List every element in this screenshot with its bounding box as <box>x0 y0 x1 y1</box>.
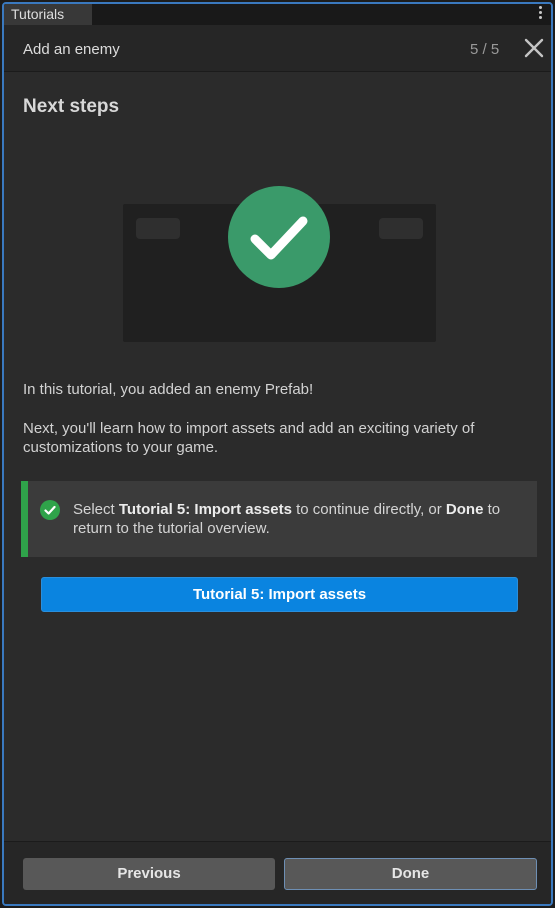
next-tutorial-button[interactable]: Tutorial 5: Import assets <box>41 577 518 612</box>
tutorial-title: Add an enemy <box>23 41 120 58</box>
page-title: Next steps <box>23 96 120 117</box>
callout-bold-done: Done <box>445 501 484 518</box>
summary-text: In this tutorial, you added an enemy Pre… <box>23 381 314 398</box>
step-progress: 5 / 5 <box>470 41 500 58</box>
callout-text-part: to continue directly, or <box>291 501 446 518</box>
callout-text: Select Tutorial 5: Import assets to cont… <box>73 500 528 538</box>
illustration-right-block <box>379 218 423 239</box>
checkmark-circle-icon <box>227 185 331 289</box>
callout-bold-tutorial: Tutorial 5: Import assets <box>118 501 292 518</box>
callout-text-part: Select <box>73 501 119 518</box>
tutorials-window: Tutorials Add an enemy 5 / 5 Next steps … <box>2 2 553 906</box>
done-button[interactable]: Done <box>284 858 537 890</box>
instruction-callout: Select Tutorial 5: Import assets to cont… <box>21 481 537 557</box>
tab-tutorials[interactable]: Tutorials <box>4 4 92 25</box>
next-text: Next, you'll learn how to import assets … <box>23 420 475 456</box>
success-check-icon <box>40 500 60 520</box>
tab-bar: Tutorials <box>4 4 551 25</box>
kebab-menu-icon[interactable] <box>539 6 543 20</box>
illustration-left-block <box>136 218 180 239</box>
close-icon[interactable] <box>522 36 546 60</box>
previous-button[interactable]: Previous <box>23 858 275 890</box>
footer-bar: Previous Done <box>4 841 551 904</box>
tutorial-header: Add an enemy 5 / 5 <box>4 25 551 72</box>
